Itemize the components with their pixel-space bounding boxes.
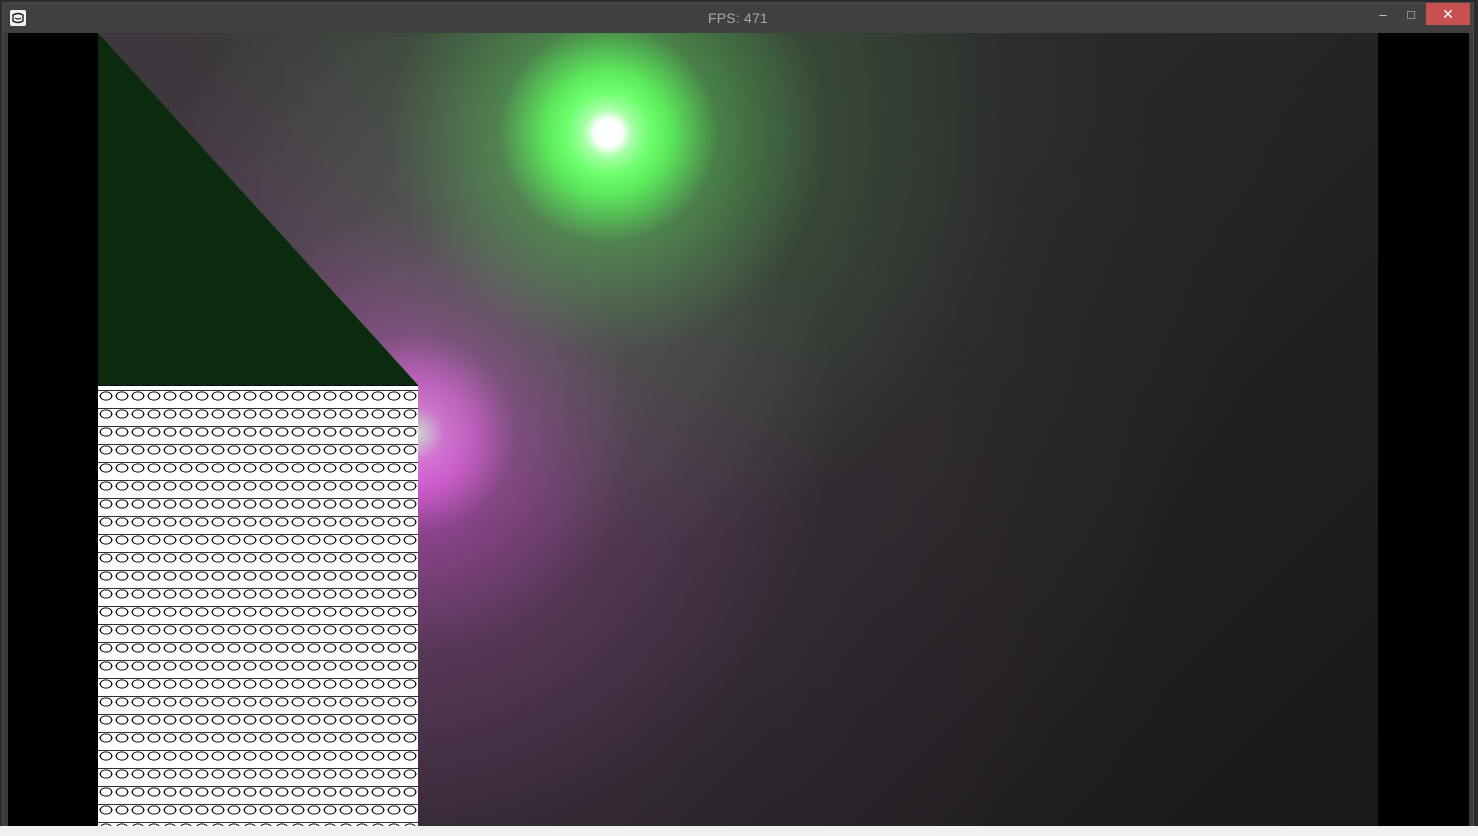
maximize-icon: □ <box>1407 6 1415 22</box>
close-button[interactable]: ✕ <box>1426 3 1470 25</box>
scene-viewport <box>98 33 1378 827</box>
title-bar[interactable]: FPS: 471 – □ ✕ <box>3 3 1473 33</box>
window-title: FPS: 471 <box>708 10 768 26</box>
minimize-button[interactable]: – <box>1370 3 1396 25</box>
app-window: FPS: 471 – □ ✕ <box>2 2 1474 834</box>
close-icon: ✕ <box>1442 5 1454 22</box>
minimize-icon: – <box>1379 6 1387 22</box>
green-triangle <box>98 33 418 385</box>
maximize-button[interactable]: □ <box>1398 3 1424 25</box>
taskbar-strip <box>0 826 1478 836</box>
tiled-texture-panel <box>98 385 418 827</box>
render-area <box>8 33 1469 827</box>
